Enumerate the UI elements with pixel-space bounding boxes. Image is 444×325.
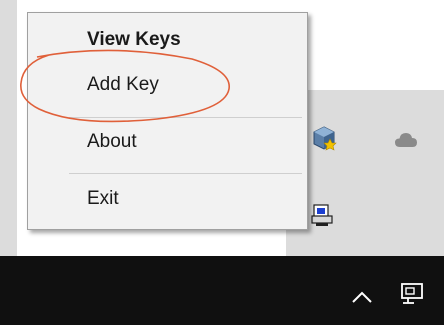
menu-item-label: About xyxy=(87,131,137,152)
menu-item-label: View Keys xyxy=(87,29,181,50)
menu-item-about[interactable]: About xyxy=(28,122,307,162)
menu-item-add-key[interactable]: Add Key xyxy=(28,65,307,105)
taskbar xyxy=(0,256,444,325)
menu-item-label: Add Key xyxy=(87,74,159,95)
menu-separator xyxy=(69,173,302,174)
network-printer-icon[interactable] xyxy=(308,201,336,229)
menu-item-view-keys[interactable]: View Keys xyxy=(28,20,307,60)
tray-overflow-edge xyxy=(0,0,17,256)
menu-item-label: Exit xyxy=(87,188,119,209)
virtualbox-icon[interactable] xyxy=(310,124,338,152)
menu-item-exit[interactable]: Exit xyxy=(28,179,307,219)
network-monitor-icon[interactable] xyxy=(399,280,427,308)
menu-separator xyxy=(69,117,302,118)
onedrive-cloud-icon[interactable] xyxy=(392,126,420,154)
tray-overflow-panel xyxy=(286,90,444,256)
chevron-up-icon[interactable] xyxy=(348,283,376,311)
context-menu: View Keys Add Key About Exit xyxy=(27,12,308,230)
